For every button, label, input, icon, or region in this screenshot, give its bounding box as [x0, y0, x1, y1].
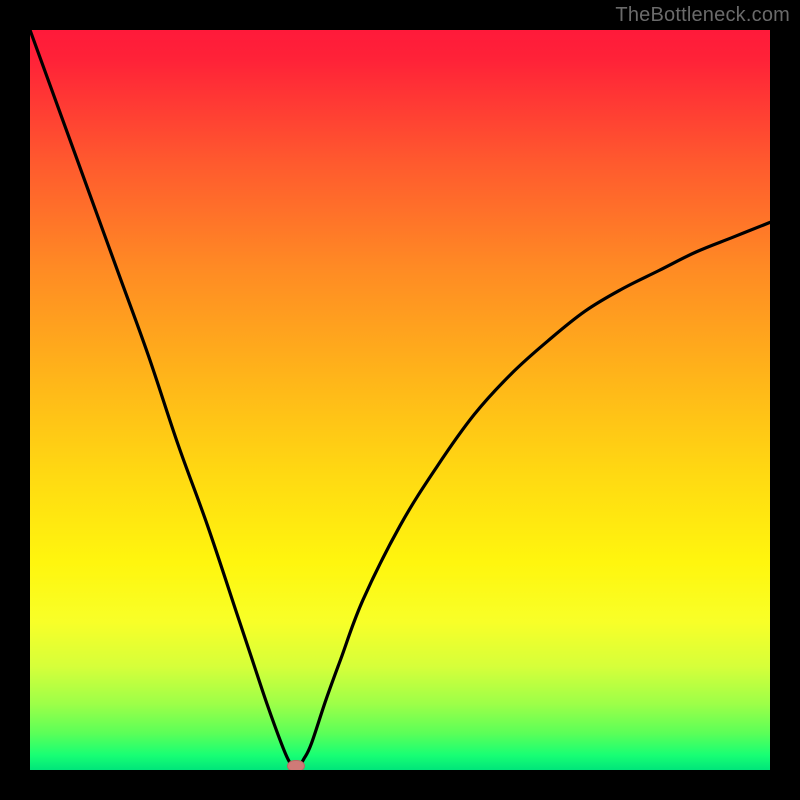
minimum-marker — [287, 760, 305, 770]
plot-area — [30, 30, 770, 770]
watermark-text: TheBottleneck.com — [615, 4, 790, 27]
chart-frame: TheBottleneck.com — [0, 0, 800, 800]
bottleneck-curve — [30, 30, 770, 770]
